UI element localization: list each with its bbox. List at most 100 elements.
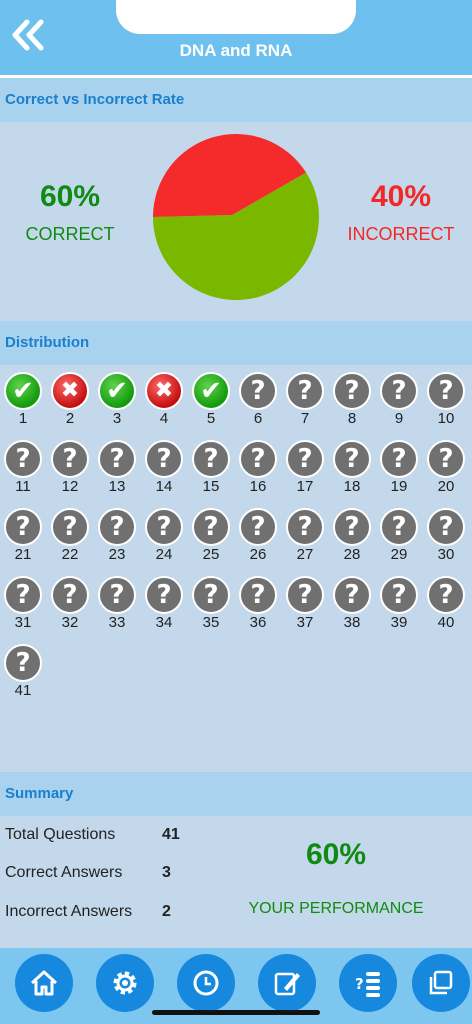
question-item[interactable]: ✖ 2 <box>48 372 92 432</box>
question-number: 17 <box>296 478 314 495</box>
question-number: 7 <box>300 410 310 427</box>
question-item[interactable]: ? 21 <box>1 508 45 568</box>
question-item[interactable]: ? 8 <box>330 372 374 432</box>
question-mark-icon: ? <box>145 440 183 478</box>
question-number: 11 <box>15 478 31 495</box>
tab-home[interactable] <box>15 954 73 1012</box>
question-number: 21 <box>14 546 32 563</box>
correct-incorrect-pie-chart <box>153 134 319 300</box>
question-number: 4 <box>159 410 169 427</box>
question-item[interactable]: ? 34 <box>142 576 186 636</box>
question-item[interactable]: ? 31 <box>1 576 45 636</box>
question-number: 13 <box>108 478 126 495</box>
question-number: 33 <box>108 614 126 631</box>
question-mark-icon: ? <box>380 372 418 410</box>
question-item[interactable]: ✖ 4 <box>142 372 186 432</box>
question-item[interactable]: ? 35 <box>189 576 233 636</box>
tab-quiz-list[interactable]: ? <box>339 954 397 1012</box>
question-mark-icon: ? <box>427 576 465 614</box>
question-item[interactable]: ? 23 <box>95 508 139 568</box>
check-icon: ✔ <box>4 372 42 410</box>
question-item[interactable]: ? 37 <box>283 576 327 636</box>
question-item[interactable]: ✔ 5 <box>189 372 233 432</box>
question-item[interactable]: ? 29 <box>377 508 421 568</box>
tab-edit[interactable] <box>258 954 316 1012</box>
question-item[interactable]: ? 38 <box>330 576 374 636</box>
question-mark-icon: ? <box>51 576 89 614</box>
question-item[interactable]: ? 25 <box>189 508 233 568</box>
question-item[interactable]: ? 27 <box>283 508 327 568</box>
question-item[interactable]: ? 22 <box>48 508 92 568</box>
question-mark-icon: ? <box>192 440 230 478</box>
incorrect-answers-label: Incorrect Answers <box>5 903 133 920</box>
question-mark-icon: ? <box>380 576 418 614</box>
question-number: 1 <box>18 410 28 427</box>
question-number: 40 <box>437 614 455 631</box>
question-item[interactable]: ? 26 <box>236 508 280 568</box>
question-mark-icon: ? <box>333 372 371 410</box>
question-mark-icon: ? <box>239 440 277 478</box>
question-item[interactable]: ? 28 <box>330 508 374 568</box>
tab-history[interactable] <box>177 954 235 1012</box>
correct-answers-label: Correct Answers <box>5 864 123 881</box>
question-number: 28 <box>343 546 361 563</box>
question-mark-icon: ? <box>333 576 371 614</box>
question-mark-icon: ? <box>333 440 371 478</box>
performance-percent: 60% <box>305 838 367 871</box>
quiz-list-icon: ? <box>355 972 380 997</box>
question-item[interactable]: ? 33 <box>95 576 139 636</box>
correct-label: CORRECT <box>25 224 115 244</box>
question-item[interactable]: ? 16 <box>236 440 280 500</box>
question-number: 29 <box>390 546 408 563</box>
question-item[interactable]: ✔ 1 <box>1 372 45 432</box>
question-number: 41 <box>14 682 32 699</box>
question-mark-icon: ? <box>286 440 324 478</box>
question-item[interactable]: ? 24 <box>142 508 186 568</box>
question-mark-icon: ? <box>427 440 465 478</box>
question-item[interactable]: ? 10 <box>424 372 468 432</box>
correct-answers-value: 3 <box>162 864 171 881</box>
question-number: 8 <box>347 410 357 427</box>
question-item[interactable]: ? 36 <box>236 576 280 636</box>
incorrect-percent: 40% <box>370 180 432 213</box>
question-mark-icon: ? <box>333 508 371 546</box>
question-mark-icon: ? <box>98 440 136 478</box>
question-number: 31 <box>14 614 32 631</box>
question-mark-icon: ? <box>286 508 324 546</box>
question-item[interactable]: ? 20 <box>424 440 468 500</box>
copy-icon <box>429 970 453 995</box>
home-icon <box>30 970 58 996</box>
question-item[interactable]: ? 19 <box>377 440 421 500</box>
question-number: 25 <box>202 546 220 563</box>
question-item[interactable]: ? 17 <box>283 440 327 500</box>
tab-settings[interactable] <box>96 954 154 1012</box>
question-item[interactable]: ? 39 <box>377 576 421 636</box>
question-mark-icon: ? <box>380 508 418 546</box>
svg-text:?: ? <box>355 975 364 993</box>
rate-section-heading: Correct vs Incorrect Rate <box>0 78 472 122</box>
question-item[interactable]: ? 11 <box>1 440 45 500</box>
question-item[interactable]: ? 32 <box>48 576 92 636</box>
question-number: 9 <box>394 410 404 427</box>
question-item[interactable]: ? 12 <box>48 440 92 500</box>
tab-copy[interactable] <box>412 954 470 1012</box>
question-item[interactable]: ? 18 <box>330 440 374 500</box>
question-item[interactable]: ? 14 <box>142 440 186 500</box>
question-item[interactable]: ? 9 <box>377 372 421 432</box>
question-mark-icon: ? <box>239 372 277 410</box>
question-number: 39 <box>390 614 408 631</box>
home-indicator <box>152 1010 320 1015</box>
distribution-heading: Distribution <box>0 321 472 365</box>
cross-icon: ✖ <box>145 372 183 410</box>
question-item[interactable]: ? 15 <box>189 440 233 500</box>
question-item[interactable]: ? 13 <box>95 440 139 500</box>
question-mark-icon: ? <box>239 576 277 614</box>
question-item[interactable]: ? 7 <box>283 372 327 432</box>
question-item[interactable]: ? 6 <box>236 372 280 432</box>
question-item[interactable]: ? 41 <box>1 644 45 704</box>
question-mark-icon: ? <box>51 440 89 478</box>
question-item[interactable]: ? 40 <box>424 576 468 636</box>
question-item[interactable]: ? 30 <box>424 508 468 568</box>
question-mark-icon: ? <box>427 372 465 410</box>
question-item[interactable]: ✔ 3 <box>95 372 139 432</box>
